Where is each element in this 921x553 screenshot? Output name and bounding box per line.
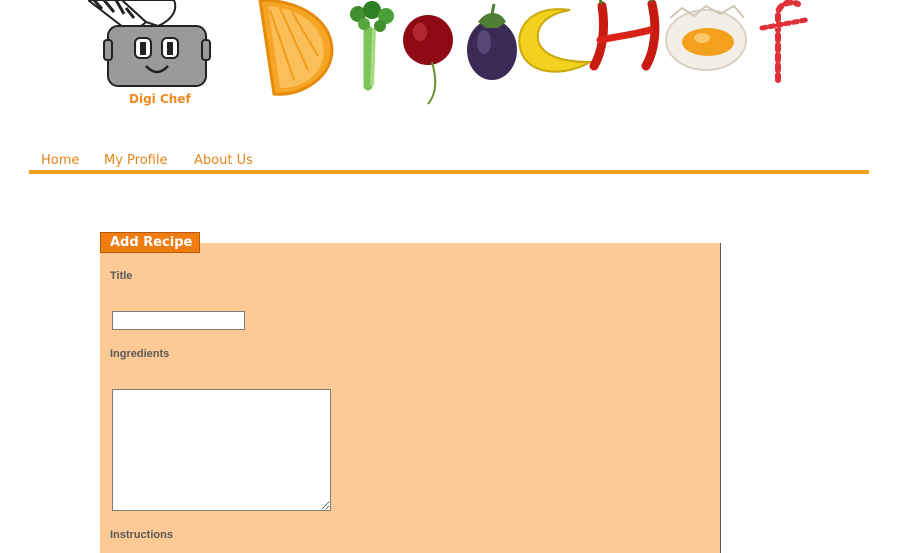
cherry-icon <box>403 15 453 105</box>
nav-divider <box>29 170 869 174</box>
banana-icon <box>518 8 594 73</box>
title-label: Title <box>110 270 133 282</box>
nav-link-my-profile[interactable]: My Profile <box>104 153 167 168</box>
ingredients-label: Ingredients <box>110 348 170 360</box>
instructions-label: Instructions <box>110 529 173 541</box>
main-nav: Home My Profile About Us <box>29 151 869 171</box>
title-input[interactable] <box>112 311 245 330</box>
orange-slice-icon <box>258 0 334 96</box>
celery-icon <box>350 1 394 91</box>
nav-link-home[interactable]: Home <box>41 153 79 168</box>
logo-text: Digi Chef <box>129 92 191 106</box>
site-header: Digi Chef <box>0 0 921 120</box>
egg-icon <box>665 4 747 71</box>
ingredients-textarea[interactable] <box>112 389 331 511</box>
eggplant-icon <box>467 3 517 80</box>
chili-pepper-icon <box>589 0 660 71</box>
nav-link-about-us[interactable]: About Us <box>194 153 253 168</box>
add-recipe-heading: Add Recipe <box>100 232 200 253</box>
food-wordmark-banner <box>258 0 809 105</box>
candy-cane-icon <box>759 0 809 83</box>
